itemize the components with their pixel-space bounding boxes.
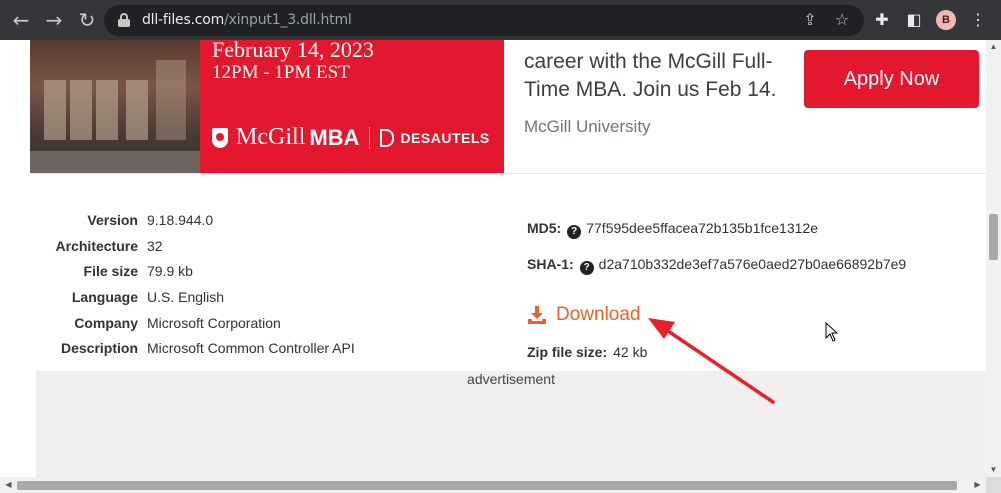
detail-row: Version 9.18.944.0 <box>30 212 490 236</box>
md5-value: 77f595dee5ffacea72b135b1fce1312e <box>586 220 818 236</box>
detail-row: File size 79.9 kb <box>30 263 490 287</box>
download-tray-icon <box>528 306 546 324</box>
detail-label: File size <box>83 263 138 279</box>
zip-size-value: 42 kb <box>613 344 648 360</box>
detail-label: Architecture <box>55 238 138 254</box>
page-viewport: February 14, 2023 12PM - 1PM EST McGill … <box>0 40 986 477</box>
detail-value: Microsoft Corporation <box>147 315 281 331</box>
reload-icon[interactable]: ↻ <box>76 9 98 31</box>
detail-label: Language <box>71 289 138 305</box>
detail-value: U.S. English <box>147 289 225 305</box>
url-path: /xinput1_3.dll.html <box>224 12 352 28</box>
detail-row: Company Microsoft Corporation <box>30 315 490 339</box>
ad-date: February 14, 2023 <box>212 40 374 62</box>
brand-name: McGill <box>236 124 306 150</box>
apply-now-button[interactable]: Apply Now <box>804 50 979 108</box>
detail-value: 32 <box>147 238 163 254</box>
url-host: dll-files.com <box>142 12 225 28</box>
forward-arrow-icon[interactable]: → <box>43 9 65 31</box>
scroll-left-icon[interactable]: ◀ <box>1 478 16 492</box>
md5-row: MD5:? 77f595dee5ffacea72b135b1fce1312e <box>527 220 818 239</box>
advertisement-label: advertisement <box>467 371 555 387</box>
detail-value: Microsoft Common Controller API <box>147 340 355 356</box>
detail-row: Language U.S. English <box>30 289 490 313</box>
ad-promo-panel: February 14, 2023 12PM - 1PM EST McGill … <box>200 40 504 173</box>
detail-label: Description <box>60 340 138 356</box>
brand-partner: DESAUTELS <box>400 129 490 146</box>
advertisement-slot: advertisement <box>36 371 986 477</box>
back-arrow-icon[interactable]: ← <box>10 9 32 31</box>
horizontal-scrollbar[interactable]: ◀ ▶ <box>0 477 986 493</box>
vertical-scroll-thumb[interactable] <box>989 214 998 260</box>
vertical-scrollbar[interactable]: ▲ ▼ <box>986 40 1001 477</box>
download-link[interactable]: Download <box>527 304 641 326</box>
zip-size-label: Zip file size: <box>527 344 608 360</box>
scroll-right-icon[interactable]: ▶ <box>970 478 985 492</box>
ad-source[interactable]: McGill University <box>524 117 651 137</box>
lock-icon[interactable] <box>118 13 130 27</box>
mcgill-logo: McGill MBA DESAUTELS <box>212 124 490 151</box>
star-icon[interactable]: ☆ <box>832 10 852 30</box>
puzzle-icon[interactable]: ✚ <box>872 10 892 30</box>
sha1-value: d2a710b332de3ef7a576e0aed27b0ae66892b7e9 <box>598 256 907 272</box>
scroll-up-icon[interactable]: ▲ <box>986 40 1001 54</box>
side-panel-icon[interactable]: ◧ <box>904 10 924 30</box>
detail-row: Architecture 32 <box>30 238 490 262</box>
address-bar[interactable]: dll-files.com/xinput1_3.dll.html ⇪ ☆ <box>104 5 864 36</box>
question-circle-icon[interactable]: ? <box>579 261 594 275</box>
desautels-icon <box>380 128 395 147</box>
sha1-row: SHA-1:? d2a710b332de3ef7a576e0aed27b0ae66… <box>527 256 906 275</box>
download-label: Download <box>556 304 641 325</box>
detail-label: Company <box>74 315 138 331</box>
scrollbar-corner <box>986 477 1001 493</box>
ad-headline[interactable]: career with the McGill Full-Time MBA. Jo… <box>524 48 784 104</box>
browser-toolbar: ← → ↻ dll-files.com/xinput1_3.dll.html ⇪… <box>0 0 1001 40</box>
divider <box>30 173 986 174</box>
horizontal-scroll-thumb[interactable] <box>17 481 957 490</box>
md5-label: MD5: <box>527 220 562 236</box>
question-circle-icon[interactable]: ? <box>567 225 582 239</box>
kebab-menu-icon[interactable]: ⋮ <box>968 10 988 30</box>
sha1-label: SHA-1: <box>527 256 574 272</box>
mouse-cursor-icon <box>825 322 839 342</box>
detail-value: 79.9 kb <box>147 263 193 279</box>
scroll-down-icon[interactable]: ▼ <box>986 463 1001 477</box>
brand-program: MBA <box>309 124 360 150</box>
ad-photo <box>30 40 200 173</box>
detail-label: Version <box>87 212 138 228</box>
ad-banner[interactable]: February 14, 2023 12PM - 1PM EST McGill … <box>30 40 986 173</box>
url-text[interactable]: dll-files.com/xinput1_3.dll.html <box>142 12 352 28</box>
ad-time: 12PM - 1PM EST <box>212 62 350 83</box>
avatar[interactable]: B <box>936 10 956 30</box>
share-icon[interactable]: ⇪ <box>800 10 820 30</box>
zip-size-row: Zip file size: 42 kb <box>527 344 647 360</box>
detail-row: Description Microsoft Common Controller … <box>30 340 490 364</box>
mcgill-shield-icon <box>212 127 228 148</box>
detail-value: 9.18.944.0 <box>147 212 214 228</box>
